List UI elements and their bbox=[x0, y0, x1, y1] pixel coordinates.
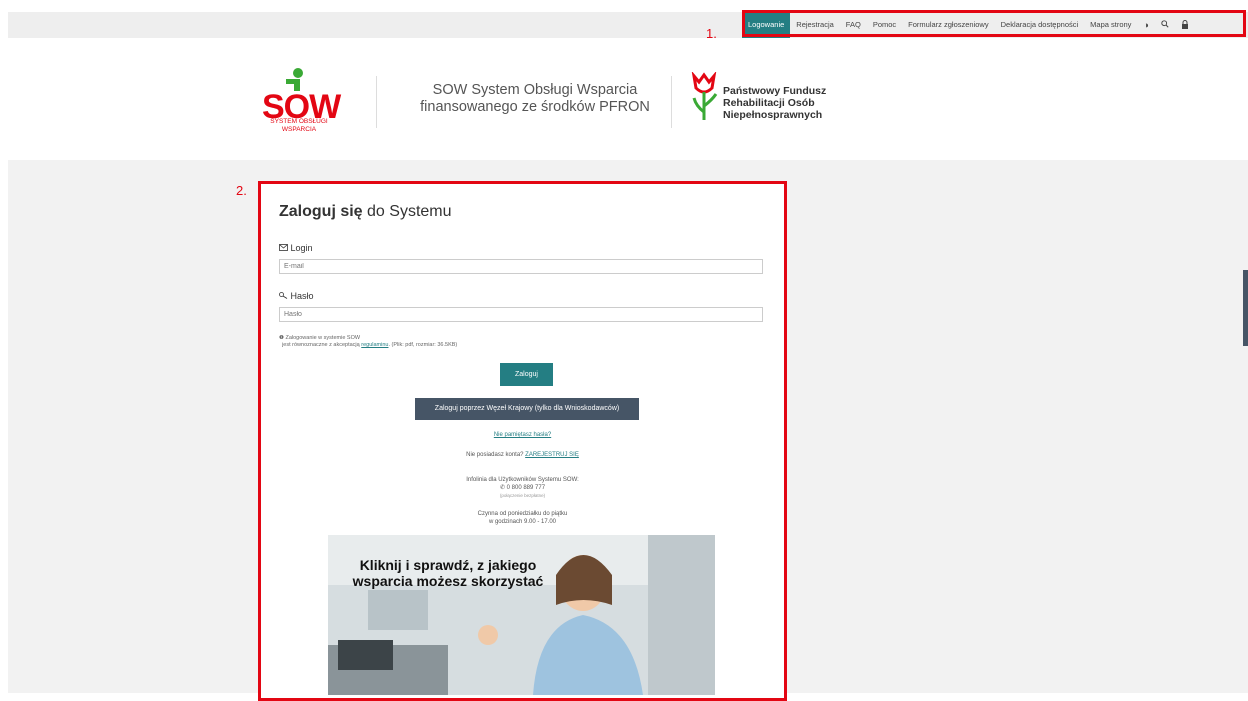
sow-logo-subtitle: SYSTEM OBSŁUGI WSPARCIA bbox=[270, 118, 328, 133]
login-button[interactable]: Zaloguj bbox=[500, 363, 553, 386]
banner-text: Kliknij i sprawdź, z jakiego wsparcia mo… bbox=[352, 557, 544, 589]
infoline: Infolinia dla Użytkowników Systemu SOW: … bbox=[466, 477, 579, 498]
password-label: Hasło bbox=[279, 291, 314, 301]
phone-number: 0 800 889 777 bbox=[506, 484, 546, 491]
forgot-password-row: Nie pamiętasz hasła? bbox=[258, 432, 787, 440]
info-icon: ❶ bbox=[279, 335, 284, 341]
email-input[interactable] bbox=[279, 259, 763, 274]
annotation-box-1 bbox=[742, 10, 1246, 37]
side-tab[interactable] bbox=[1243, 270, 1248, 346]
hours: Czynna od poniedziałku do piątku w godzin… bbox=[477, 511, 568, 525]
password-input[interactable] bbox=[279, 307, 763, 322]
phone-icon: ✆ bbox=[499, 484, 505, 491]
annotation-number-2: 2. bbox=[236, 183, 247, 198]
header-tagline: SOW System Obsługi Wsparcia finansowanego… bbox=[420, 82, 650, 115]
wezel-krajowy-button[interactable]: Zaloguj poprzez Węzeł Krajowy (tylko dla… bbox=[415, 398, 639, 420]
register-link[interactable]: ZAREJESTRUJ SIĘ bbox=[525, 452, 579, 458]
pfron-tulip-icon bbox=[691, 72, 718, 120]
forgot-password-link[interactable]: Nie pamiętasz hasła? bbox=[494, 432, 551, 438]
terms-link[interactable]: regulaminu bbox=[361, 342, 388, 348]
pfron-name: Państwowy Fundusz Rehabilitacji Osób Niepe… bbox=[723, 85, 827, 121]
register-row: Nie posiadasz konta? ZAREJESTRUJ SIĘ bbox=[466, 452, 579, 458]
support-banner[interactable]: Kliknij i sprawdź, z jakiego wsparcia mo… bbox=[328, 535, 715, 695]
envelope-icon bbox=[279, 244, 288, 251]
header-divider bbox=[671, 76, 672, 128]
login-label: Login bbox=[279, 243, 313, 253]
key-icon bbox=[279, 292, 288, 299]
login-title: Zaloguj się do Systemu bbox=[279, 203, 452, 220]
terms-note: ❶ Zalogowanie w systemie SOW jest równoz… bbox=[279, 335, 458, 348]
header-divider bbox=[376, 76, 377, 128]
